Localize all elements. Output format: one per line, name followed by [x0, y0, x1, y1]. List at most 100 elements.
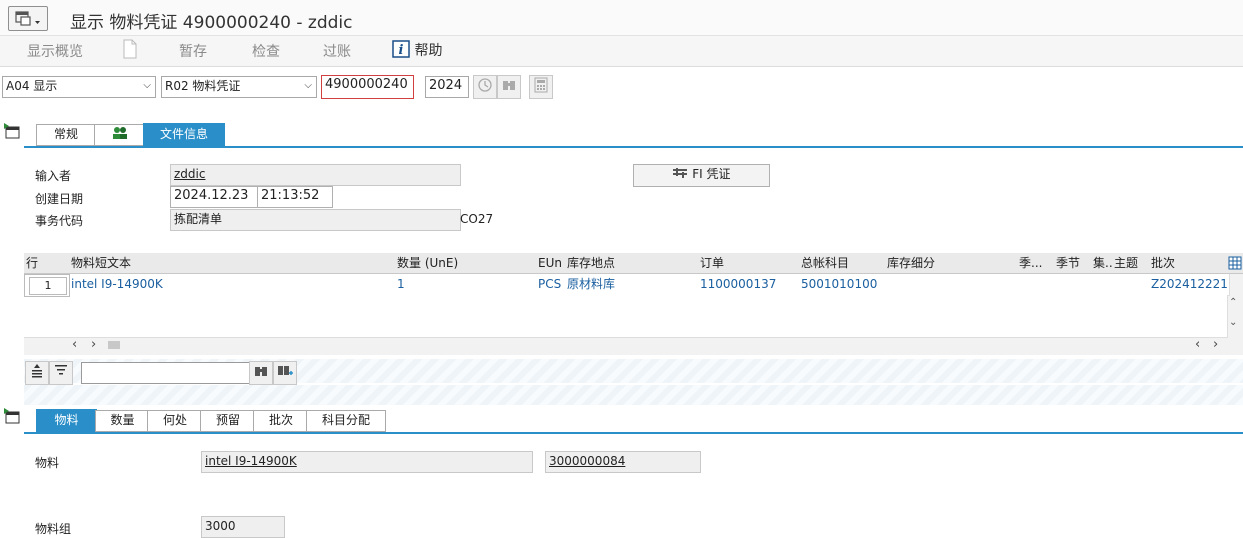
cell-theme[interactable] [1112, 274, 1152, 296]
empty-cell [536, 295, 566, 317]
col-header-line[interactable]: 行 [24, 253, 72, 274]
col-header-storage-location[interactable]: 库存地点 [565, 253, 701, 274]
tab-material[interactable]: 物料 [36, 409, 97, 433]
empty-cell [536, 316, 566, 338]
info-icon: i [392, 40, 410, 58]
empty-cell [1091, 295, 1113, 317]
find-icon[interactable] [249, 361, 273, 385]
empty-cell [1017, 295, 1055, 317]
cell-material-text[interactable]: intel I9-14900K [69, 274, 398, 296]
col-header-season[interactable]: 季节 [1054, 253, 1094, 274]
cell-gl-account[interactable]: 5001010100 [799, 274, 888, 296]
scroll-right-icon[interactable]: › [91, 337, 96, 352]
tab-account-assignment[interactable]: 科目分配 [306, 410, 386, 432]
empty-cell [885, 295, 1018, 317]
material-description-value: intel I9-14900K [205, 454, 297, 468]
fi-document-label: FI 凭证 [692, 167, 731, 181]
collapse-detail-icon[interactable] [3, 407, 21, 425]
tab-reservation[interactable]: 预留 [200, 410, 256, 432]
col-header-material-text[interactable]: 物料短文本 [69, 253, 398, 274]
find-next-icon[interactable] [273, 361, 297, 385]
col-header-gl-account[interactable]: 总帐科目 [799, 253, 888, 274]
collapse-header-icon[interactable] [3, 122, 21, 140]
year-input[interactable]: 2024 [425, 76, 469, 98]
items-grid: 行 物料短文本 数量 (UnE) EUn 库存地点 订单 总帐科目 库存细分 季… [24, 253, 1243, 355]
help-button[interactable]: i 帮助 [392, 40, 442, 60]
empty-cell [1054, 316, 1092, 338]
cell-order[interactable]: 1100000137 [698, 274, 802, 296]
empty-cell [1149, 295, 1228, 317]
reference-select[interactable]: R02 物料凭证 ⌵ [161, 76, 317, 98]
cell-quantity[interactable]: 1 [395, 274, 539, 296]
document-number-input[interactable]: 4900000240 [321, 75, 414, 99]
grid-settings-icon[interactable] [1227, 253, 1243, 274]
scroll-left-icon[interactable]: ‹ [72, 337, 77, 352]
material-description-field: intel I9-14900K [201, 451, 533, 473]
empty-cell [395, 316, 537, 338]
svg-text:i: i [399, 43, 404, 58]
cell-unit[interactable]: PCS [536, 274, 568, 296]
accounting-icon [673, 168, 688, 178]
empty-cell [1091, 316, 1113, 338]
created-date-label: 创建日期 [35, 192, 84, 206]
fi-document-button[interactable]: FI 凭证 [633, 164, 770, 187]
title-bar: 显示 物料凭证 4900000240 - zddic [0, 0, 1243, 36]
cell-line-number[interactable]: 1 [29, 277, 67, 295]
entered-by-label: 输入者 [35, 169, 72, 183]
material-group-label: 物料组 [35, 522, 72, 536]
window-title: 显示 物料凭证 4900000240 - zddic [70, 13, 353, 33]
cell-stock-segment[interactable] [885, 274, 1020, 296]
scroll-left-icon[interactable]: ‹ [1195, 337, 1200, 352]
system-menu-button[interactable] [8, 6, 48, 31]
menu-icon [15, 11, 40, 26]
calculator-icon[interactable] [529, 75, 553, 99]
action-select-value: A04 显示 [6, 79, 58, 93]
detail-tab-underline [24, 432, 1243, 434]
scroll-thumb[interactable] [108, 341, 120, 349]
entered-by-field: zddic [170, 164, 461, 186]
expand-rows-icon[interactable] [25, 361, 49, 385]
empty-cell [1017, 316, 1055, 338]
tab-batch[interactable]: 批次 [253, 410, 309, 432]
scroll-down-icon[interactable]: ⌄ [1229, 317, 1237, 328]
filter-icon[interactable] [49, 361, 73, 385]
col-header-quantity[interactable]: 数量 (UnE) [395, 253, 539, 274]
empty-cell [698, 316, 800, 338]
check-button[interactable]: 检查 [252, 41, 280, 61]
empty-cell [1149, 316, 1228, 338]
scroll-up-icon[interactable]: ⌃ [1229, 297, 1237, 308]
tab-general[interactable]: 常规 [36, 124, 96, 146]
tab-partners[interactable] [94, 124, 146, 146]
post-button[interactable]: 过账 [323, 41, 351, 61]
cell-season[interactable] [1054, 274, 1094, 296]
chevron-down-icon: ⌵ [304, 80, 312, 91]
tab-where[interactable]: 何处 [147, 410, 203, 432]
col-header-batch[interactable]: 批次 [1149, 253, 1230, 274]
created-date-field: 2024.12.23 [170, 186, 262, 208]
material-number-field: 3000000084 [545, 451, 701, 473]
tab-quantity[interactable]: 数量 [95, 410, 150, 432]
overview-button[interactable]: 显示概览 [27, 41, 83, 61]
col-header-unit[interactable]: EUn [536, 253, 568, 274]
history-icon[interactable] [473, 75, 497, 99]
action-select[interactable]: A04 显示 ⌵ [2, 76, 156, 98]
empty-cell [69, 316, 396, 338]
cell-season-category[interactable] [1017, 274, 1057, 296]
col-header-order[interactable]: 订单 [698, 253, 802, 274]
people-icon [113, 127, 127, 139]
col-header-theme[interactable]: 主题 [1112, 253, 1152, 274]
document-icon[interactable] [122, 39, 138, 63]
binoculars-icon[interactable] [497, 75, 521, 99]
cell-batch[interactable]: Z202412221 [1149, 274, 1230, 296]
tab-document-info[interactable]: 文件信息 [143, 123, 225, 147]
application-toolbar: 显示概览 暂存 检查 过账 i 帮助 [0, 36, 1243, 67]
row-selector[interactable]: 1 [24, 274, 70, 297]
col-header-stock-segment[interactable]: 库存细分 [885, 253, 1020, 274]
scroll-right-icon[interactable]: › [1213, 337, 1218, 352]
material-label: 物料 [35, 456, 60, 470]
grid-search-input[interactable] [81, 362, 252, 384]
hold-button[interactable]: 暂存 [179, 41, 207, 61]
col-header-season-category[interactable]: 季... [1017, 253, 1057, 274]
empty-cell [698, 295, 800, 317]
cell-storage-location[interactable]: 原材料库 [565, 274, 701, 296]
